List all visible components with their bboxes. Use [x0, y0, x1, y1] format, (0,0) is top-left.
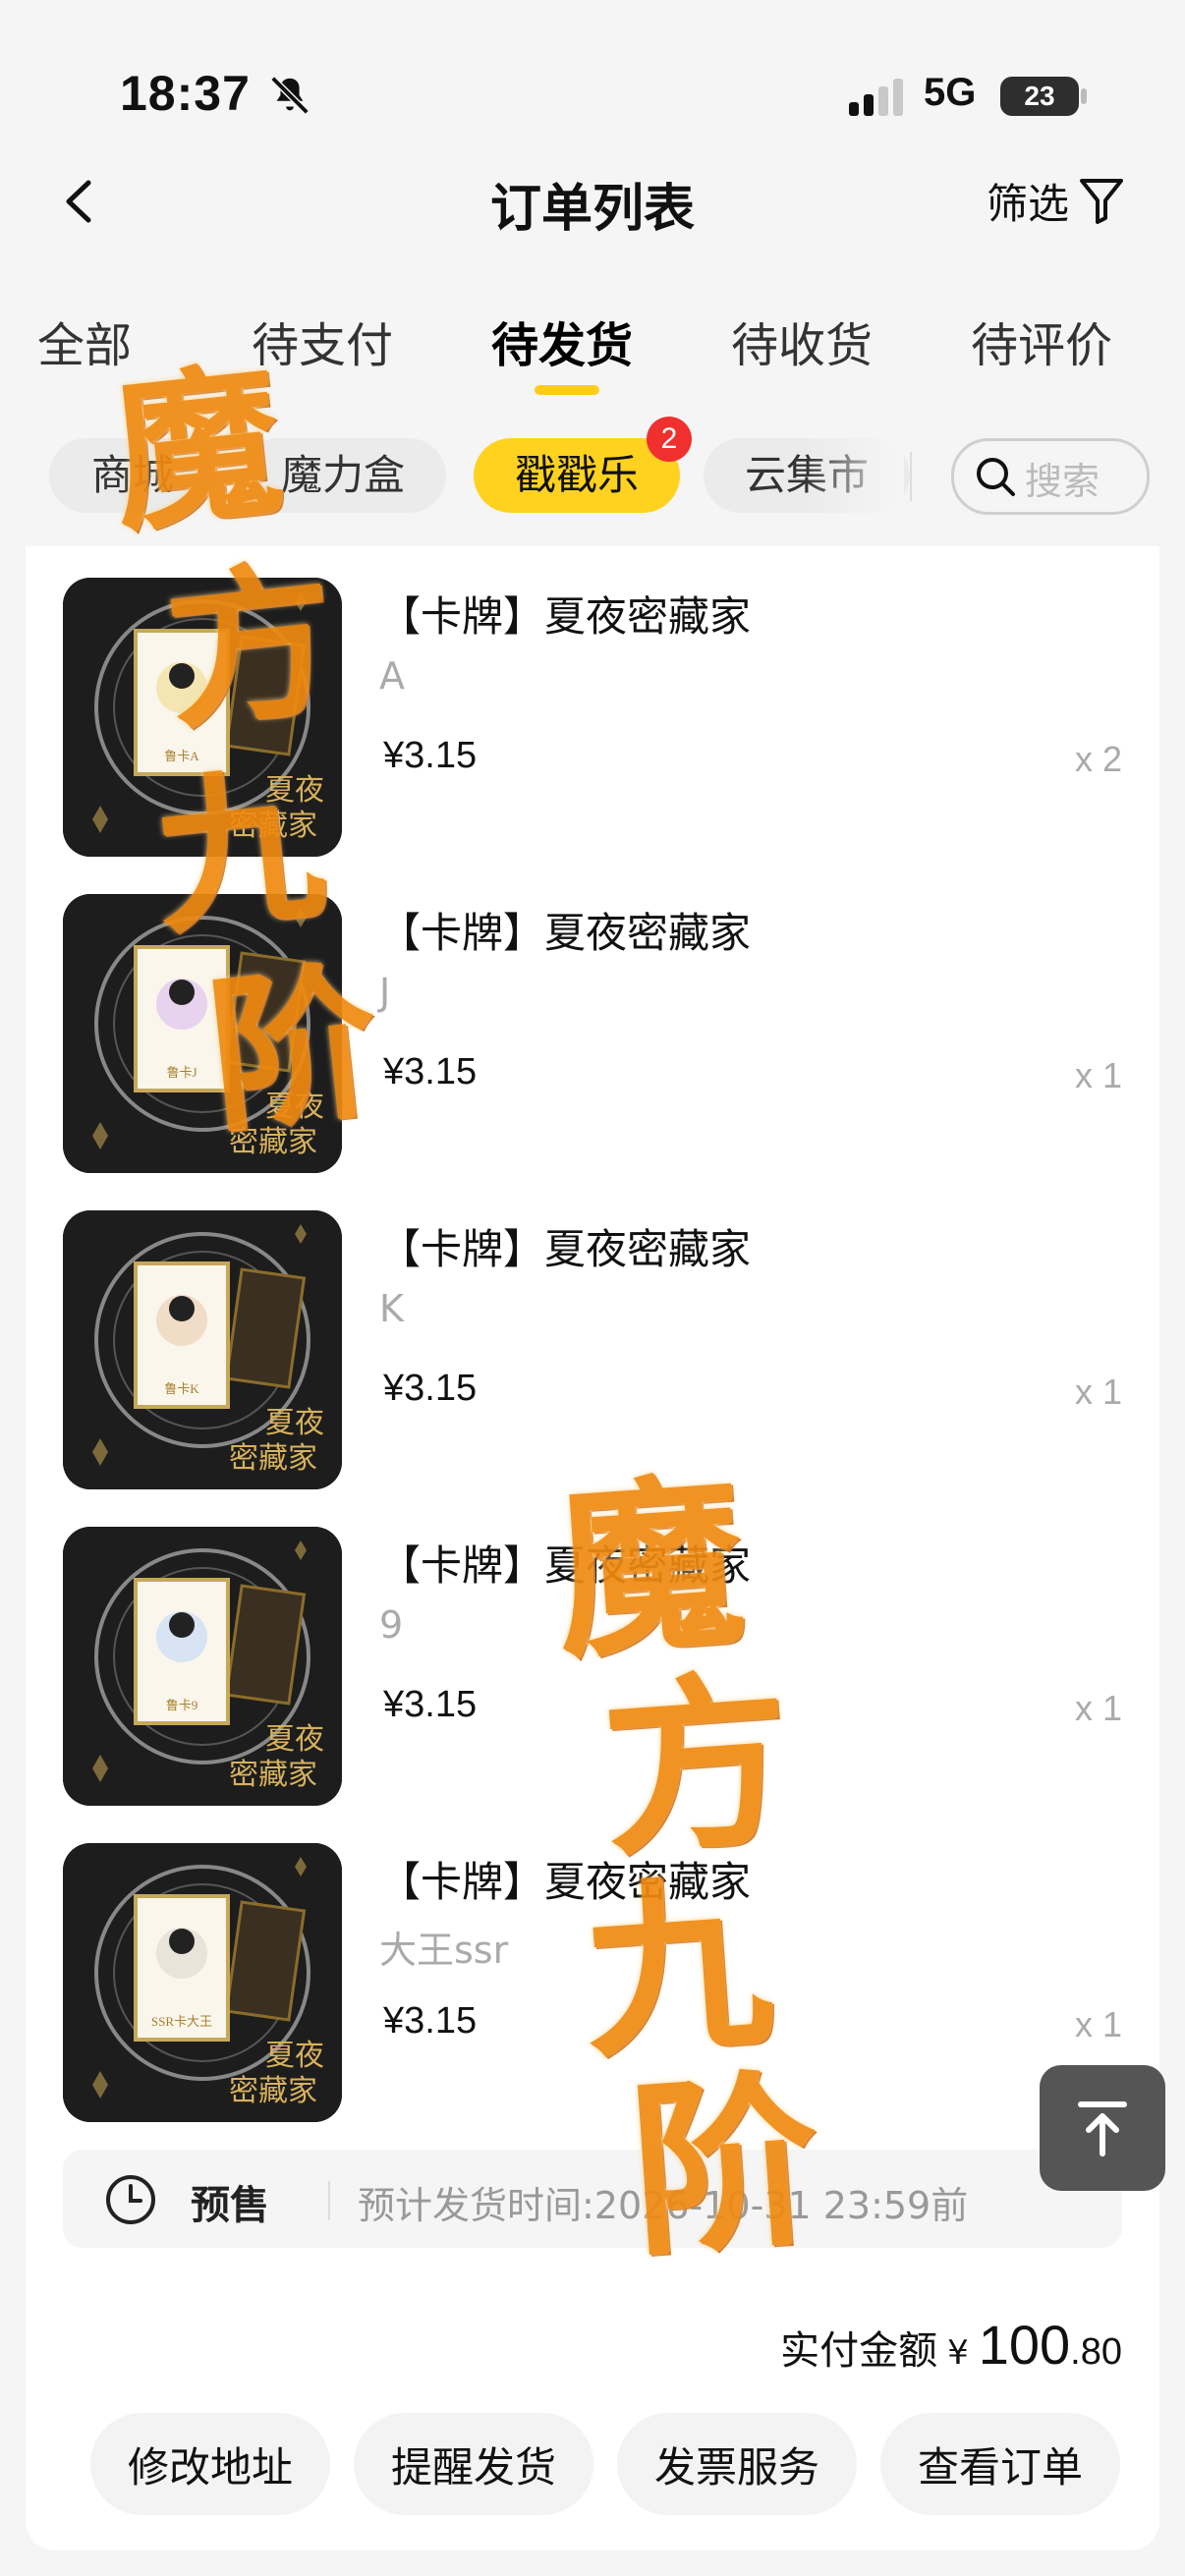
item-sku: 9: [379, 1603, 404, 1647]
watermark-char: 九: [576, 1852, 778, 2085]
presale-divider: [328, 2181, 330, 2220]
order-actions: 修改地址 提醒发货 发票服务 查看订单: [90, 2413, 1132, 2515]
item-sku: 大王ssr: [379, 1929, 509, 1972]
clock-icon: [106, 2175, 155, 2224]
active-tab-indicator: [535, 385, 599, 395]
status-time: 18:37: [120, 66, 251, 121]
search-placeholder: 搜索: [1025, 460, 1100, 503]
chip-poke-game-label: 戳戳乐: [514, 451, 639, 499]
filter-label: 筛选: [987, 179, 1070, 228]
modify-address-button[interactable]: 修改地址: [90, 2413, 330, 2515]
chip-scroll-fade: [806, 438, 904, 513]
watermark-char: 魔: [103, 343, 291, 556]
invoice-service-button[interactable]: 发票服务: [617, 2413, 857, 2515]
watermark-char: 阶: [623, 2049, 826, 2282]
arrow-up-to-top-icon: [1078, 2101, 1127, 2156]
thumb-card-caption: 鲁卡9: [166, 1698, 198, 1712]
card-product-image: 鲁卡9 夏夜密藏家: [63, 1527, 342, 1806]
item-title: 【卡牌】夏夜密藏家: [379, 909, 752, 957]
item-title: 【卡牌】夏夜密藏家: [379, 592, 752, 641]
network-type: 5G: [924, 71, 977, 114]
item-quantity: x 1: [1074, 1055, 1122, 1095]
item-price: ¥3.15: [383, 1368, 478, 1409]
bell-muted-icon: [270, 76, 310, 115]
chip-poke-game[interactable]: 戳戳乐 2: [474, 417, 692, 513]
search-icon: [977, 458, 1015, 496]
item-price: ¥3.15: [383, 1684, 478, 1725]
tab-pending-review[interactable]: 待评价: [971, 307, 1112, 375]
filter-funnel-icon: [1080, 179, 1124, 224]
item-quantity: x 1: [1074, 1688, 1122, 1728]
thumb-brand-line1: 夏夜: [265, 1406, 324, 1440]
item-price: ¥3.15: [383, 2000, 478, 2042]
thumb-brand-line2: 密藏家: [229, 1441, 317, 1476]
presale-label: 预售: [191, 2183, 269, 2228]
presale-notice: 预售 预计发货时间:2026-10-31 23:59前: [63, 2150, 1122, 2248]
signal-icon: [849, 79, 903, 116]
thumb-card-caption: 鲁卡K: [164, 1381, 199, 1396]
total-decimal: .80: [1070, 2331, 1122, 2373]
watermark-char: 阶: [199, 943, 387, 1156]
product-thumbnail[interactable]: 鲁卡K 夏夜 密藏家: [63, 1210, 342, 1489]
chip-divider: [910, 452, 912, 501]
battery-icon: 23: [1000, 77, 1079, 116]
thumb-brand-line1: 夏夜: [265, 1722, 324, 1757]
item-price: ¥3.15: [383, 1051, 478, 1092]
total-currency: ¥: [947, 2333, 969, 2373]
order-item[interactable]: 鲁卡K 夏夜 密藏家 【卡牌】夏夜密藏家 K ¥3.15 x 1: [26, 1189, 1159, 1489]
card-product-image: 鲁卡K 夏夜密藏家: [63, 1210, 342, 1489]
item-sku: K: [379, 1287, 404, 1330]
remind-shipment-button[interactable]: 提醒发货: [354, 2413, 593, 2515]
item-sku: J: [379, 971, 391, 1014]
item-quantity: x 2: [1074, 739, 1122, 779]
filter-button[interactable]: 筛选: [987, 173, 1126, 228]
card-product-image: SSR卡大王夏夜密藏家: [63, 1843, 342, 2122]
tab-pending-shipment[interactable]: 待发货: [491, 307, 633, 375]
item-title: 【卡牌】夏夜密藏家: [379, 1225, 752, 1273]
product-thumbnail[interactable]: SSR卡大王夏夜 密藏家: [63, 1843, 342, 2122]
watermark-char: 九: [145, 745, 333, 959]
view-order-button[interactable]: 查看订单: [880, 2413, 1120, 2515]
watermark-char: 方: [157, 540, 345, 755]
thumb-brand-line2: 密藏家: [229, 2074, 317, 2108]
thumb-brand-line2: 密藏家: [229, 1758, 317, 1792]
order-total: 实付金额 ¥ 100 .80: [780, 2313, 1122, 2377]
battery-tip: [1081, 88, 1087, 104]
search-input[interactable]: 搜索: [951, 438, 1150, 515]
scroll-to-top-button[interactable]: [1040, 2065, 1165, 2191]
thumb-brand-line1: 夏夜: [265, 2039, 324, 2073]
watermark-char: 魔: [548, 1452, 751, 1685]
total-integer: 100: [978, 2314, 1071, 2376]
chip-count-badge: 2: [647, 417, 692, 462]
product-thumbnail[interactable]: 鲁卡9 夏夜 密藏家: [63, 1527, 342, 1806]
watermark-char: 方: [595, 1650, 798, 1882]
item-quantity: x 1: [1074, 1372, 1122, 1412]
bottom-safe-area: [0, 2550, 1185, 2576]
nav-bar: 订单列表 筛选: [0, 147, 1185, 255]
item-sku: A: [379, 654, 405, 698]
thumb-card-caption: SSR卡大王: [151, 2014, 212, 2029]
item-quantity: x 1: [1074, 2004, 1122, 2044]
item-price: ¥3.15: [383, 735, 478, 776]
tab-pending-receipt[interactable]: 待收货: [731, 307, 873, 375]
